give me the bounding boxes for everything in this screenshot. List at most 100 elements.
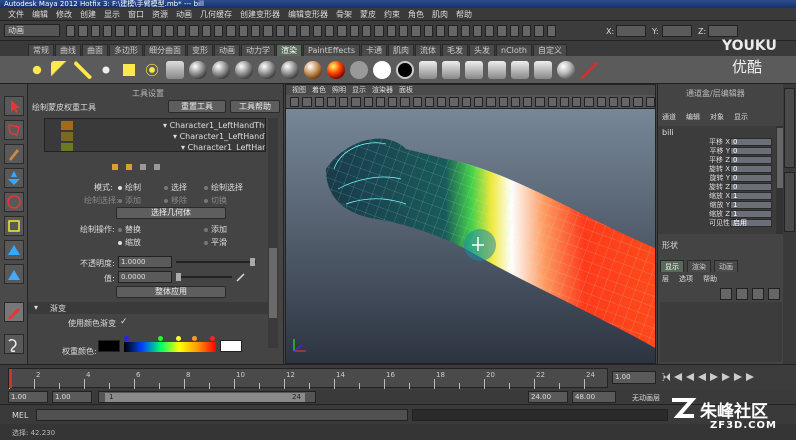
shelf-tab[interactable]: 常规: [28, 44, 54, 56]
status-tool-icon[interactable]: [374, 25, 384, 37]
status-tool-icon[interactable]: [485, 25, 495, 37]
status-tool-icon[interactable]: [287, 25, 298, 37]
list-icon[interactable]: [140, 164, 146, 170]
layout-icon[interactable]: [4, 334, 24, 354]
status-tool-icon[interactable]: [546, 25, 557, 37]
paint-op-add[interactable]: 添加: [204, 224, 227, 235]
viewport-tool-icon[interactable]: [523, 96, 533, 107]
render-icon[interactable]: [419, 60, 437, 79]
channel-box-menu-item[interactable]: 对象: [710, 112, 724, 122]
gradient-section-header[interactable]: ▾ 渐变: [28, 302, 268, 314]
viewport-tool-icon[interactable]: [596, 96, 606, 107]
status-tool-icon[interactable]: [78, 25, 88, 37]
layer-menu-item[interactable]: 层: [662, 274, 669, 284]
influence-item[interactable]: ▾ Character1_LeftHandThumb: [163, 121, 265, 130]
mode-option-select[interactable]: 选择: [164, 182, 187, 193]
shelf-tab[interactable]: 卡通: [361, 44, 387, 56]
new-layer-selected-icon[interactable]: [736, 288, 748, 300]
paint-select-remove[interactable]: 移除: [164, 195, 187, 206]
status-tool-icon[interactable]: [324, 25, 335, 37]
scrollbar-thumb[interactable]: [269, 248, 277, 318]
status-tool-icon[interactable]: [152, 25, 162, 37]
ramp-marker[interactable]: [176, 336, 181, 341]
tool-help-button[interactable]: 工具帮助: [230, 100, 280, 113]
use-color-ramp-checkbox[interactable]: ✓: [120, 317, 128, 327]
channel-row[interactable]: 缩放 X1: [658, 192, 784, 201]
ramp-color-swatch[interactable]: [220, 340, 242, 352]
menu-item[interactable]: 帮助: [456, 9, 472, 20]
ambient-light-icon[interactable]: [166, 60, 184, 79]
ramp-marker[interactable]: [192, 336, 197, 341]
status-tool-icon[interactable]: [115, 25, 125, 37]
status-tool-icon[interactable]: [139, 25, 150, 37]
viewport-tool-icon[interactable]: [535, 96, 545, 107]
shader-sphere-icon[interactable]: [281, 60, 299, 79]
ipr-render-icon[interactable]: [442, 60, 460, 79]
step-back-key-icon[interactable]: [686, 373, 694, 381]
menu-item[interactable]: 显示: [104, 9, 120, 20]
menu-item[interactable]: 文件: [8, 9, 24, 20]
shelf-tab[interactable]: PaintEffects: [303, 44, 360, 56]
status-tool-icon[interactable]: [472, 25, 483, 37]
channel-value[interactable]: 0: [730, 138, 772, 146]
paint-select-toggle[interactable]: 切换: [204, 195, 227, 206]
status-tool-icon[interactable]: [386, 25, 396, 37]
play-backward-icon[interactable]: [698, 373, 706, 381]
channel-value[interactable]: 0: [730, 165, 772, 173]
status-tool-icon[interactable]: [164, 25, 174, 37]
layer-menu-item[interactable]: 帮助: [703, 274, 717, 284]
viewport-tool-icon[interactable]: [547, 96, 557, 107]
light-icon[interactable]: [28, 60, 46, 79]
viewport-tool-icon[interactable]: [339, 96, 349, 107]
status-tool-icon[interactable]: [509, 25, 520, 37]
channel-value[interactable]: 0: [730, 147, 772, 155]
status-tool-icon[interactable]: [361, 25, 372, 37]
status-tool-icon[interactable]: [337, 25, 347, 37]
sculpt-tool-icon[interactable]: [4, 264, 24, 284]
channel-row[interactable]: 旋转 X0: [658, 165, 784, 174]
shelf-tab[interactable]: 多边形: [109, 44, 143, 56]
status-tool-icon[interactable]: [176, 25, 187, 37]
layer-menu-item[interactable]: 选项: [679, 274, 693, 284]
mode-option-paint-select[interactable]: 绘制选择: [204, 182, 243, 193]
mode-option-paint[interactable]: 绘制: [118, 182, 141, 193]
channel-row[interactable]: 平移 Y0: [658, 147, 784, 156]
area-light-icon[interactable]: [120, 60, 138, 79]
status-tool-icon[interactable]: [189, 25, 199, 37]
menu-item[interactable]: 骨架: [336, 9, 352, 20]
slider-handle[interactable]: [250, 258, 255, 266]
viewport-tool-icon[interactable]: [363, 96, 373, 107]
shelf-tab[interactable]: 流体: [415, 44, 441, 56]
shelf-tab[interactable]: 自定义: [532, 44, 567, 56]
value-slider[interactable]: [176, 273, 232, 281]
menu-item[interactable]: 肌肉: [432, 9, 448, 20]
slider-handle[interactable]: [176, 273, 181, 281]
color-ramp[interactable]: [124, 342, 216, 352]
color-picker-icon[interactable]: [236, 272, 246, 282]
channel-value[interactable]: 0: [730, 156, 772, 164]
paint-select-tool-icon[interactable]: [4, 144, 24, 164]
rotate-tool-icon[interactable]: [4, 192, 24, 212]
channel-box-menu-item[interactable]: 通道: [662, 112, 676, 122]
menu-item[interactable]: 修改: [56, 9, 72, 20]
shader-sphere-icon[interactable]: [235, 60, 253, 79]
viewport-menu-item[interactable]: 着色: [312, 85, 326, 95]
layer-list[interactable]: [660, 302, 782, 362]
end-time-field[interactable]: 48.00: [572, 391, 616, 403]
move-tool-icon[interactable]: [4, 168, 24, 188]
mel-input[interactable]: [36, 409, 408, 421]
flood-button[interactable]: 整体应用: [116, 286, 226, 298]
status-tool-icon[interactable]: [423, 25, 433, 37]
lock-icon[interactable]: [112, 164, 118, 170]
menu-item[interactable]: 蒙皮: [360, 9, 376, 20]
point-light-icon[interactable]: [97, 60, 115, 79]
status-tool-icon[interactable]: [213, 25, 224, 37]
menu-item[interactable]: 创建变形器: [240, 9, 280, 20]
menu-item[interactable]: 编辑: [32, 9, 48, 20]
shelf-tab[interactable]: 肌肉: [388, 44, 414, 56]
current-time-indicator[interactable]: [9, 369, 12, 388]
go-to-end-icon[interactable]: [746, 373, 754, 381]
layer-tab[interactable]: 渲染: [687, 260, 711, 272]
layer-tab[interactable]: 动画: [714, 260, 738, 272]
paint-brush-icon[interactable]: [580, 60, 598, 79]
